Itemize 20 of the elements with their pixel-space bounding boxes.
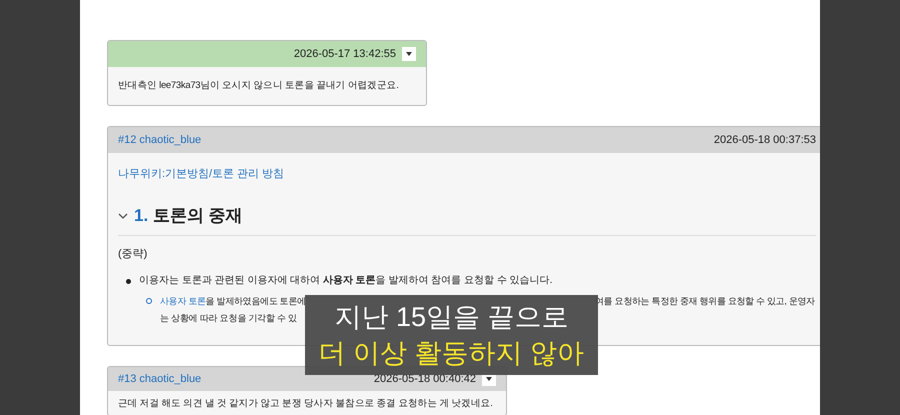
author-link[interactable]: #13 chaotic_blue [118, 370, 202, 388]
caption-line: 더 이상 활동하지 않아 [318, 337, 584, 370]
comment-text: 반대측인 lee73ka73님이 오시지 않으니 토론을 끝내기 어렵겠군요. [118, 79, 399, 93]
timestamp: 2026-05-18 00:37:53 [714, 132, 816, 148]
wiki-link[interactable]: 나무위키:기본방침/토론 관리 방침 [118, 168, 284, 180]
timestamp: 2026-05-18 00:40:42 [374, 372, 476, 387]
chevron-icon[interactable] [118, 212, 128, 220]
dropdown-icon[interactable] [402, 47, 416, 61]
author-link[interactable]: #12 chaotic_blue [118, 132, 202, 148]
comment-text: 근데 저걸 해도 의견 낼 것 같지가 않고 분쟁 당사자 불참으로 종결 요청하는 게 낫겠네요. [118, 397, 493, 411]
bullet-icon [126, 278, 131, 284]
timestamp: 2026-05-17 13:42:55 [294, 46, 396, 62]
user-discussion-link[interactable]: 사용자 토론 [160, 294, 206, 308]
note-text: (중략) [118, 246, 148, 262]
bullet-text: 이용자는 토론과 관련된 이용자에 대하여 사용자 토론을 발제하여 참여를 요청할 수 있습니다. [139, 274, 552, 288]
sub-bullet-text: 는 상황에 따라 요청을 기각할 수 있 [160, 312, 298, 325]
caption-line: 지난 15일을 끝으로 [334, 301, 569, 334]
circle-bullet-icon [146, 298, 152, 304]
section-heading: 1. 토론의 중재 [134, 205, 243, 227]
sub-bullet-text: 을 발제하였음에도 토론에 [206, 295, 306, 308]
